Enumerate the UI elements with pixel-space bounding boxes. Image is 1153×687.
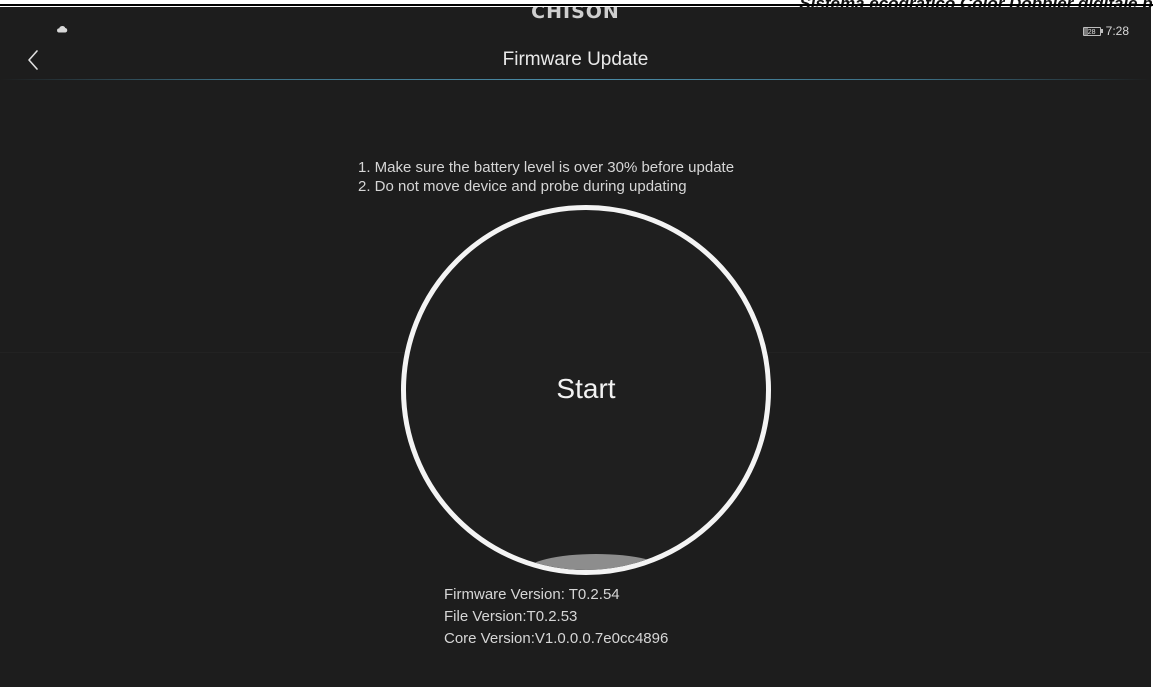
title-divider	[0, 79, 1151, 80]
file-version: File Version:T0.2.53	[444, 608, 578, 625]
document-header-rule	[0, 4, 1153, 6]
battery-icon: 28	[1082, 26, 1101, 36]
version-info: Firmware Version: T0.2.54 File Version:T…	[444, 584, 668, 650]
cloud-icon	[57, 25, 68, 33]
status-time: 7:28	[1105, 24, 1129, 38]
device-screen: CHISON 28 7:28 Firmware Update 1. Make s…	[0, 7, 1151, 687]
instruction-battery: 1. Make sure the battery level is over 3…	[358, 159, 735, 176]
start-update-button[interactable]: Start	[401, 205, 771, 575]
battery-level: 28	[1087, 28, 1096, 36]
status-indicators: 28 7:28	[1082, 24, 1129, 38]
start-button-label: Start	[556, 373, 616, 404]
page-title: Firmware Update	[502, 49, 649, 70]
brand-logo: CHISON	[531, 7, 620, 23]
instruction-no-move: 2. Do not move device and probe during u…	[358, 178, 687, 195]
core-version: Core Version:V1.0.0.0.7e0cc4896	[444, 630, 669, 647]
instructions: 1. Make sure the battery level is over 3…	[358, 158, 734, 196]
update-progress-indicator	[526, 554, 666, 570]
firmware-version: Firmware Version: T0.2.54	[444, 586, 620, 603]
